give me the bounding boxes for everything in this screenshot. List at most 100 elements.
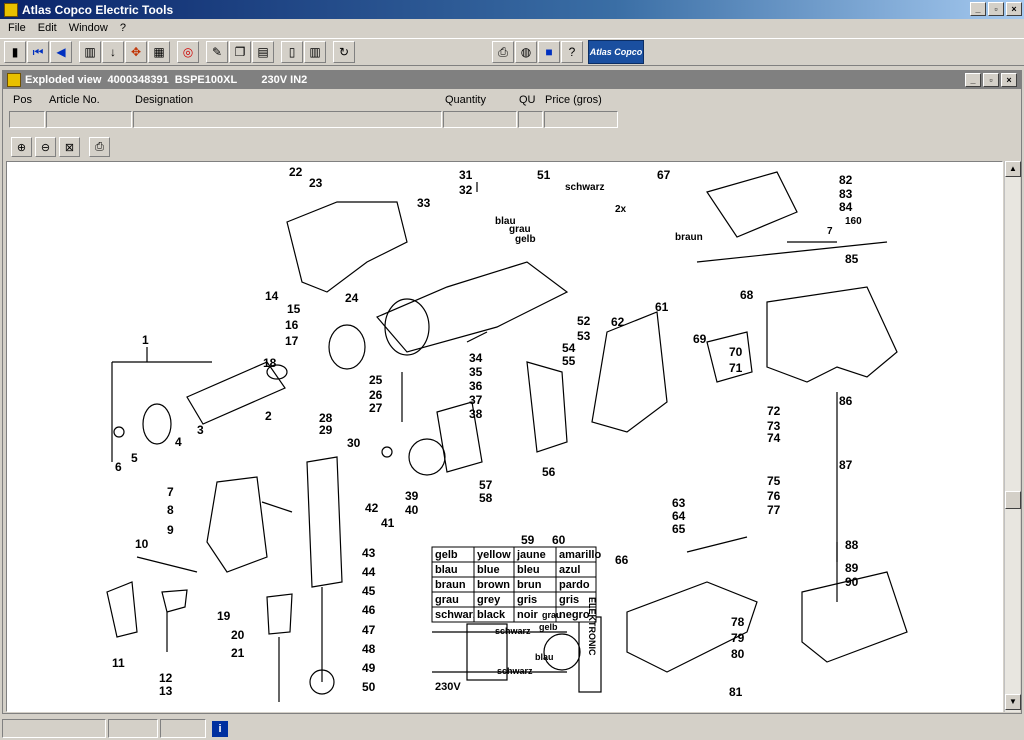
part-number-42[interactable]: 42 <box>365 501 379 515</box>
part-number-48[interactable]: 48 <box>362 642 376 656</box>
part-number-72[interactable]: 72 <box>767 404 781 418</box>
part-number-56[interactable]: 56 <box>542 465 556 479</box>
help-icon[interactable]: ? <box>561 41 583 63</box>
first-record-icon[interactable]: ⏮ <box>27 41 49 63</box>
menu-edit[interactable]: Edit <box>32 22 63 34</box>
part-number-1[interactable]: 1 <box>142 333 149 347</box>
part-number-45[interactable]: 45 <box>362 584 376 598</box>
part-number-40[interactable]: 40 <box>405 503 419 517</box>
part-number-34[interactable]: 34 <box>469 351 483 365</box>
part-number-57[interactable]: 57 <box>479 478 493 492</box>
part-number-7[interactable]: 7 <box>167 485 174 499</box>
qu-field[interactable] <box>518 111 543 128</box>
part-number-15[interactable]: 15 <box>287 302 301 316</box>
open-book-icon[interactable]: ▥ <box>79 41 101 63</box>
info-icon[interactable]: i <box>212 720 228 737</box>
part-number-17[interactable]: 17 <box>285 334 299 348</box>
scroll-up-button[interactable]: ▲ <box>1005 161 1021 177</box>
part-number-26[interactable]: 26 <box>369 388 383 402</box>
part-number-14[interactable]: 14 <box>265 289 279 303</box>
part-number-61[interactable]: 61 <box>655 300 669 314</box>
part-number-79[interactable]: 79 <box>731 631 745 645</box>
part-number-46[interactable]: 46 <box>362 603 376 617</box>
child-restore-button[interactable]: ▫ <box>983 73 999 87</box>
globe-icon[interactable]: ◍ <box>515 41 537 63</box>
part-number-66[interactable]: 66 <box>615 553 629 567</box>
maximize-button[interactable]: ▫ <box>988 2 1004 16</box>
printer-icon[interactable]: ⎙ <box>492 41 514 63</box>
article-field[interactable] <box>46 111 132 128</box>
part-number-21[interactable]: 21 <box>231 646 245 660</box>
part-number-47[interactable]: 47 <box>362 623 376 637</box>
part-number-53[interactable]: 53 <box>577 329 591 343</box>
close-button[interactable]: × <box>1006 2 1022 16</box>
part-number-62[interactable]: 62 <box>611 315 625 329</box>
part-number-39[interactable]: 39 <box>405 489 419 503</box>
book-icon[interactable]: ▯ <box>281 41 303 63</box>
exit-icon[interactable]: ▮ <box>4 41 26 63</box>
part-number-35[interactable]: 35 <box>469 365 483 379</box>
fit-window-icon[interactable]: ⊠ <box>59 137 80 157</box>
part-number-36[interactable]: 36 <box>469 379 483 393</box>
copy-document-icon[interactable]: ❐ <box>229 41 251 63</box>
part-number-89[interactable]: 89 <box>845 561 859 575</box>
part-number-44[interactable]: 44 <box>362 565 376 579</box>
part-number-67[interactable]: 67 <box>657 168 671 182</box>
part-number-31[interactable]: 31 <box>459 168 473 182</box>
part-number-65[interactable]: 65 <box>672 522 686 536</box>
part-number-10[interactable]: 10 <box>135 537 149 551</box>
part-number-33[interactable]: 33 <box>417 196 431 210</box>
zoom-in-icon[interactable]: ⊕ <box>11 137 32 157</box>
part-number-5[interactable]: 5 <box>131 451 138 465</box>
part-number-52[interactable]: 52 <box>577 314 591 328</box>
part-number-41[interactable]: 41 <box>381 516 395 530</box>
binders-icon[interactable]: ▥ <box>304 41 326 63</box>
vertical-scrollbar[interactable]: ▲ ▼ <box>1004 161 1021 712</box>
part-number-24[interactable]: 24 <box>345 291 359 305</box>
part-number-37[interactable]: 37 <box>469 393 483 407</box>
part-number-13[interactable]: 13 <box>159 684 173 698</box>
part-number-78[interactable]: 78 <box>731 615 745 629</box>
part-number-9[interactable]: 9 <box>167 523 174 537</box>
part-number-54[interactable]: 54 <box>562 341 576 355</box>
book-blue-icon[interactable]: ■ <box>538 41 560 63</box>
part-number-11[interactable]: 11 <box>112 656 125 670</box>
part-number-85[interactable]: 85 <box>845 252 859 266</box>
part-number-63[interactable]: 63 <box>672 496 686 510</box>
print-drawing-icon[interactable]: ⎙ <box>89 137 110 157</box>
part-number-88[interactable]: 88 <box>845 538 859 552</box>
part-number-77[interactable]: 77 <box>767 503 781 517</box>
table-icon[interactable]: ▦ <box>148 41 170 63</box>
part-number-64[interactable]: 64 <box>672 509 686 523</box>
child-close-button[interactable]: × <box>1001 73 1017 87</box>
part-number-86[interactable]: 86 <box>839 394 853 408</box>
part-number-50[interactable]: 50 <box>362 680 376 694</box>
zoom-out-icon[interactable]: ⊖ <box>35 137 56 157</box>
part-number-74[interactable]: 74 <box>767 431 781 445</box>
part-number-29[interactable]: 29 <box>319 423 333 437</box>
part-number-71[interactable]: 71 <box>729 361 743 375</box>
part-number-60[interactable]: 60 <box>552 533 566 547</box>
part-number-69[interactable]: 69 <box>693 332 707 346</box>
print-list-icon[interactable]: ▤ <box>252 41 274 63</box>
part-number-75[interactable]: 75 <box>767 474 781 488</box>
part-number-59[interactable]: 59 <box>521 533 535 547</box>
part-number-3[interactable]: 3 <box>197 423 204 437</box>
refresh-icon[interactable]: ↻ <box>333 41 355 63</box>
part-number-80[interactable]: 80 <box>731 647 745 661</box>
part-number-2[interactable]: 2 <box>265 409 272 423</box>
part-number-58[interactable]: 58 <box>479 491 493 505</box>
part-number-76[interactable]: 76 <box>767 489 781 503</box>
part-number-8[interactable]: 8 <box>167 503 174 517</box>
part-number-19[interactable]: 19 <box>217 609 231 623</box>
price-field[interactable] <box>544 111 618 128</box>
menu-file[interactable]: File <box>2 22 32 34</box>
part-number-49[interactable]: 49 <box>362 661 376 675</box>
part-number-43[interactable]: 43 <box>362 546 376 560</box>
scroll-thumb[interactable] <box>1005 491 1021 509</box>
lifebuoy-icon[interactable]: ◎ <box>177 41 199 63</box>
part-number-22[interactable]: 22 <box>289 165 303 179</box>
quantity-field[interactable] <box>443 111 517 128</box>
designation-field[interactable] <box>133 111 442 128</box>
menu-help[interactable]: ? <box>114 22 132 34</box>
